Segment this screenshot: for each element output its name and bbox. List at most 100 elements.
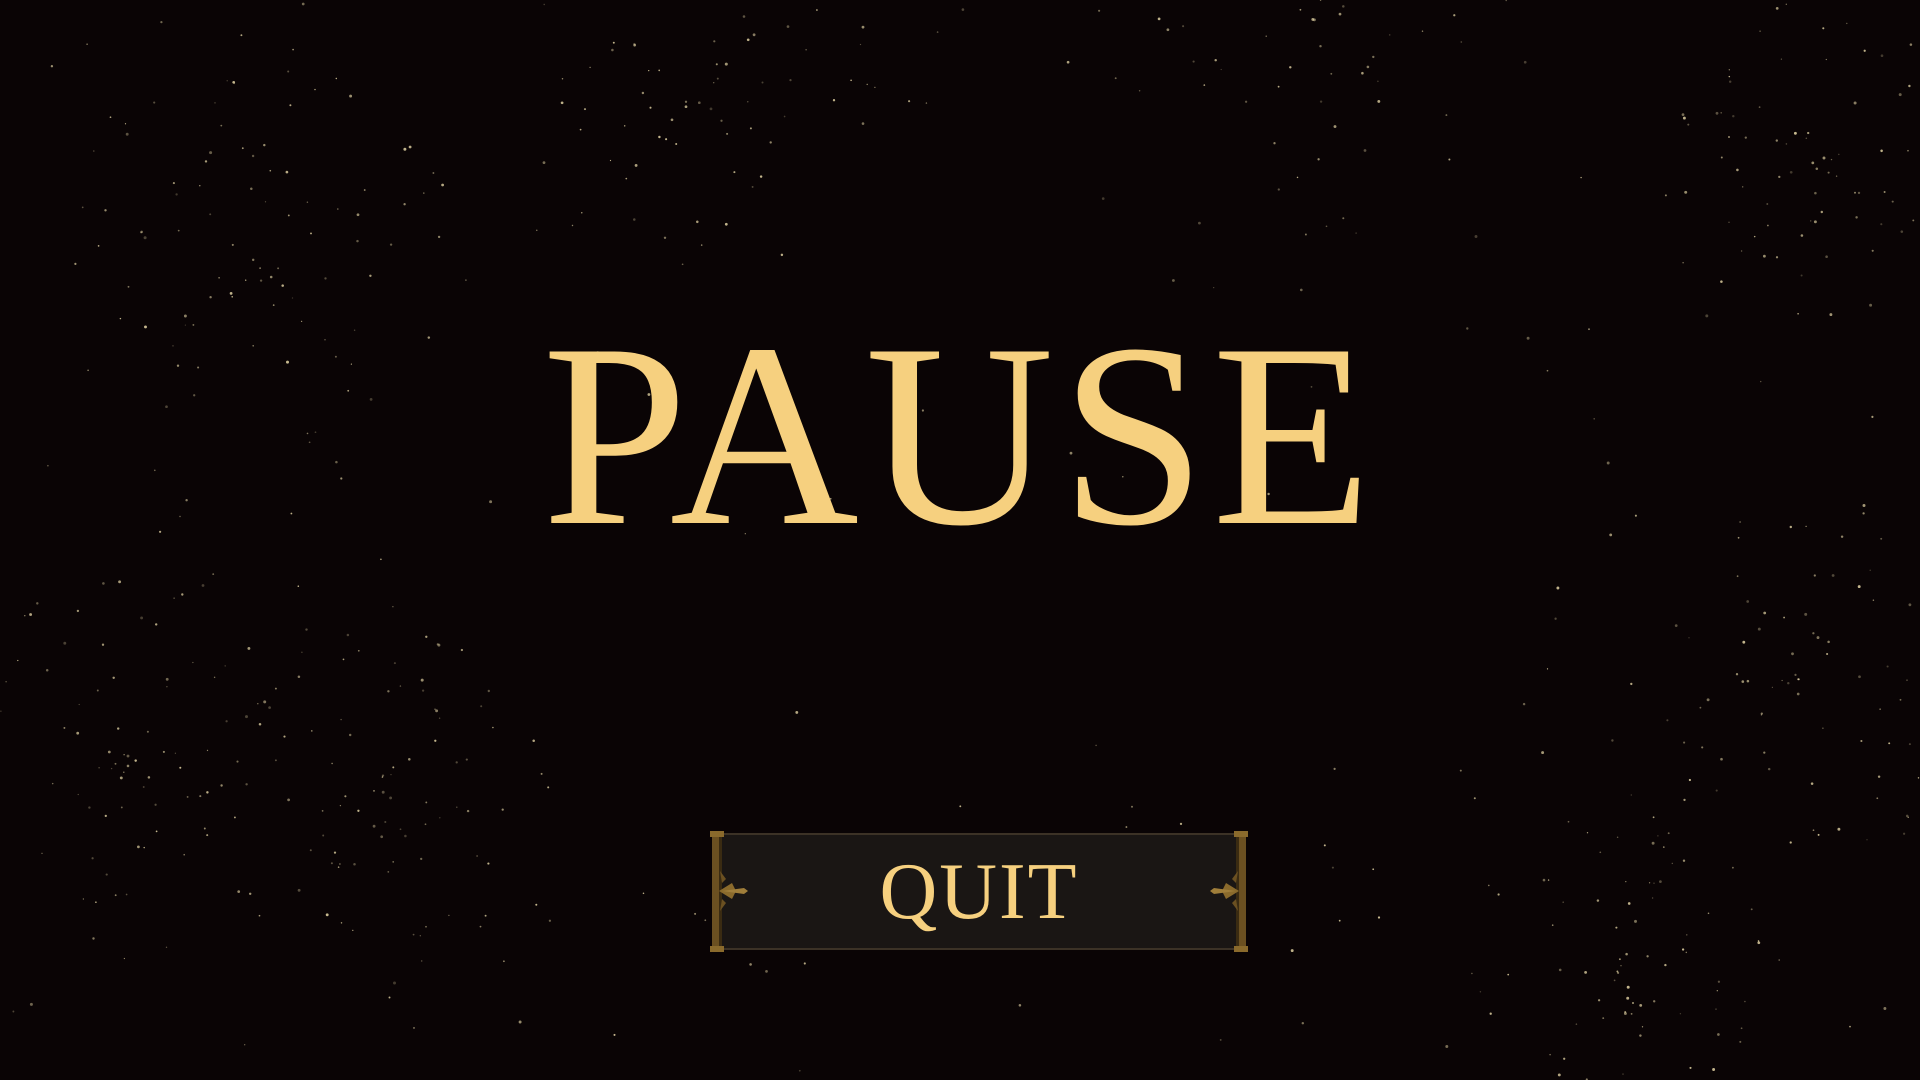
star	[1018, 1004, 1022, 1007]
star	[1319, 0, 1322, 1]
star	[1363, 149, 1367, 152]
star	[501, 808, 504, 811]
star	[137, 845, 140, 849]
star	[1727, 135, 1731, 139]
star	[297, 675, 301, 678]
star	[1798, 678, 1800, 681]
star	[92, 937, 95, 940]
star	[1899, 698, 1902, 701]
star	[1715, 1008, 1717, 1010]
star	[1620, 965, 1622, 967]
star	[245, 279, 247, 281]
star	[1778, 175, 1781, 179]
star	[1599, 851, 1602, 854]
star	[101, 643, 105, 646]
star	[404, 834, 407, 838]
star	[209, 213, 212, 216]
star	[1746, 600, 1750, 603]
star	[1684, 190, 1688, 194]
star	[348, 733, 352, 737]
star	[24, 615, 26, 617]
star	[803, 962, 806, 965]
star	[1888, 742, 1891, 745]
star	[342, 658, 345, 661]
star	[1542, 878, 1546, 882]
star	[1883, 191, 1886, 193]
star	[357, 809, 360, 812]
star	[1771, 686, 1774, 689]
star	[174, 752, 177, 754]
star	[126, 754, 130, 758]
star	[213, 676, 216, 679]
star	[63, 726, 66, 729]
star	[1908, 743, 1911, 746]
star	[1377, 916, 1381, 919]
star	[1682, 116, 1686, 120]
star	[1804, 612, 1808, 616]
star	[1618, 958, 1621, 961]
star	[1372, 868, 1375, 871]
star	[241, 147, 244, 150]
star	[1807, 131, 1810, 135]
star	[1388, 34, 1391, 36]
star	[408, 758, 411, 761]
star	[1319, 100, 1323, 103]
star	[1732, 866, 1734, 869]
star	[1554, 617, 1557, 620]
star	[1674, 624, 1678, 627]
star	[257, 702, 259, 705]
star	[783, 115, 786, 118]
star	[752, 33, 756, 37]
star	[248, 892, 252, 896]
star	[613, 1033, 616, 1036]
star	[1846, 22, 1848, 25]
star	[1646, 955, 1649, 958]
star	[1377, 80, 1379, 83]
star	[277, 267, 280, 270]
right-ornament-icon	[1210, 831, 1248, 952]
star	[1785, 3, 1787, 5]
star	[798, 1069, 801, 1072]
star	[1775, 7, 1779, 10]
star	[789, 79, 792, 82]
star	[291, 297, 294, 299]
star	[1192, 60, 1195, 63]
star	[1880, 223, 1883, 226]
star	[119, 776, 123, 780]
star	[795, 710, 799, 714]
star	[233, 816, 236, 819]
star	[1800, 274, 1803, 277]
star	[244, 1044, 246, 1046]
star	[212, 573, 215, 575]
star	[1653, 1000, 1656, 1003]
star	[388, 996, 391, 999]
star	[314, 88, 316, 91]
star	[747, 101, 749, 103]
star	[412, 933, 415, 936]
star	[623, 125, 626, 127]
star	[1813, 574, 1816, 577]
star	[547, 786, 550, 789]
star	[162, 750, 165, 753]
star	[749, 127, 752, 130]
star	[1687, 123, 1690, 126]
star	[1720, 757, 1723, 761]
star	[1855, 216, 1858, 219]
star	[697, 101, 701, 105]
quit-button[interactable]: QUIT	[710, 831, 1248, 952]
star	[1825, 58, 1827, 61]
star	[1613, 979, 1616, 982]
star	[166, 686, 168, 688]
star	[204, 160, 208, 163]
star	[206, 834, 209, 837]
star	[1781, 679, 1783, 682]
star	[1716, 990, 1718, 992]
star	[147, 776, 151, 779]
star	[109, 116, 112, 119]
star	[1487, 884, 1490, 887]
star	[1720, 112, 1722, 114]
star	[1653, 882, 1655, 884]
star	[704, 919, 707, 922]
star	[1667, 832, 1670, 835]
star	[201, 584, 205, 587]
